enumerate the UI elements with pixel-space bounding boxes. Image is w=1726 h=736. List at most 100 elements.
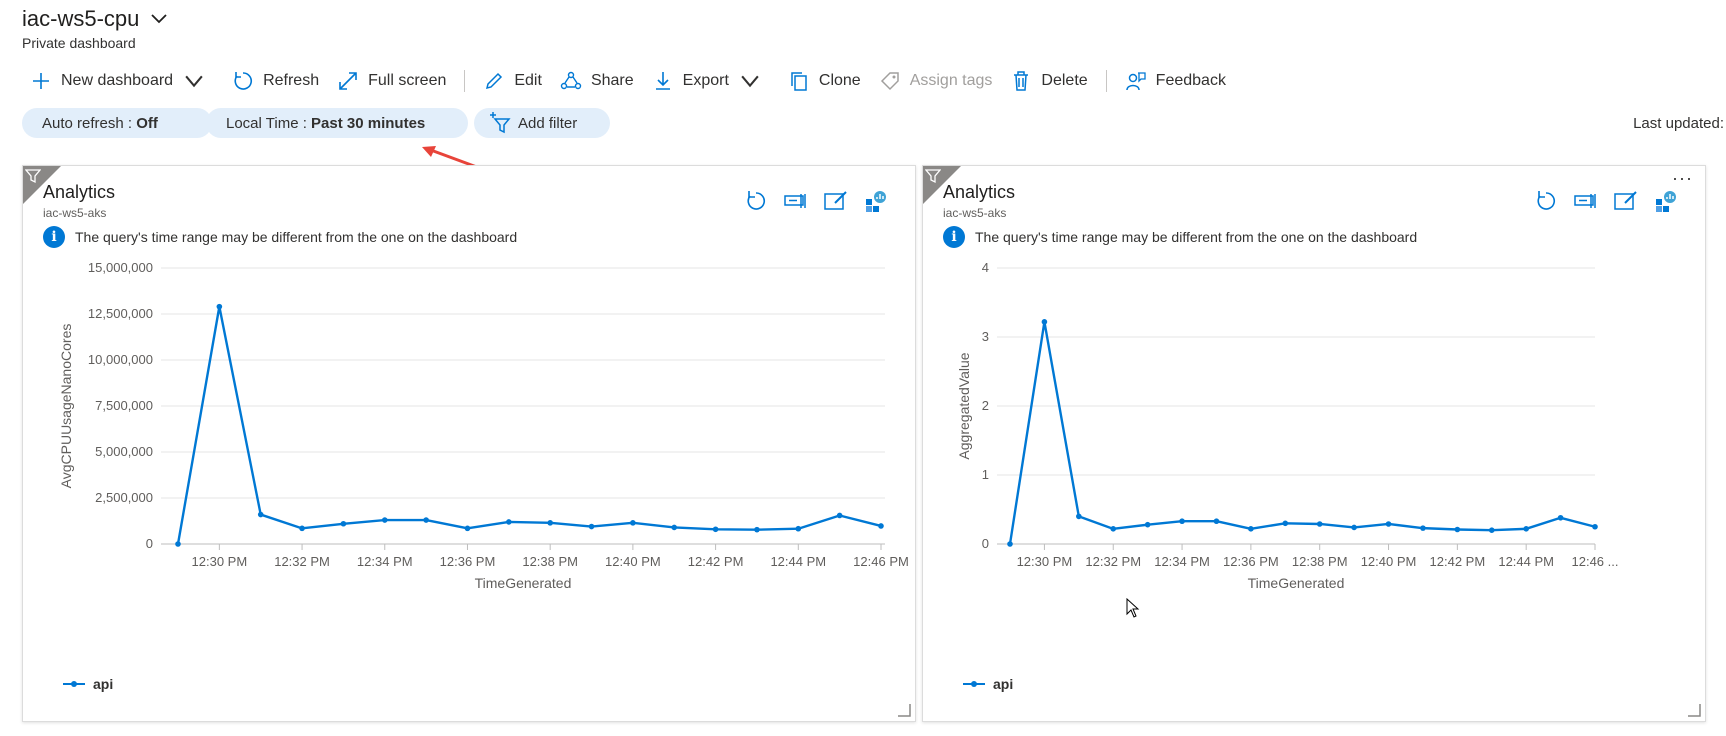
export-button[interactable]: Export [652, 70, 770, 92]
toolbar-divider [1105, 70, 1107, 92]
x-tick-label: 12:40 PM [1361, 554, 1417, 569]
command-bar: New dashboard Refresh Full screen Edit S… [30, 66, 1244, 96]
data-point [216, 303, 223, 310]
feedback-icon [1125, 72, 1146, 91]
delete-button[interactable]: Delete [1010, 70, 1088, 92]
y-tick-label: 0 [146, 536, 153, 551]
series-line-api [1008, 320, 1596, 545]
share-button[interactable]: Share [560, 70, 634, 92]
data-point [1144, 521, 1151, 528]
auto-refresh-pill[interactable]: Auto refresh : Off [22, 108, 212, 138]
assign-tags-button[interactable]: Assign tags [879, 70, 992, 92]
y-tick-label: 3 [982, 329, 989, 344]
analytics-tile-2: ··· Analytics iac-ws5-aks i The query's … [922, 165, 1706, 722]
edit-label: Edit [514, 72, 542, 89]
y-tick-label: 2 [982, 398, 989, 413]
refresh-button[interactable]: Refresh [232, 70, 319, 92]
share-label: Share [590, 72, 634, 89]
chevron-down-icon[interactable] [739, 70, 761, 92]
x-tick-label: 12:36 PM [440, 554, 496, 569]
x-axis-title: TimeGenerated [475, 575, 572, 591]
x-tick-label: 12:36 PM [1223, 554, 1279, 569]
dashboard-title-row: iac-ws5-cpu [22, 6, 169, 32]
add-filter-icon [490, 112, 511, 134]
legend-label: api [93, 676, 114, 692]
data-point [1316, 521, 1323, 527]
edit-button[interactable]: Edit [483, 70, 542, 92]
y-tick-label: 10,000,000 [88, 352, 153, 367]
tag-icon [880, 72, 899, 91]
copy-icon [791, 72, 807, 91]
download-icon [655, 72, 670, 90]
expand-icon [339, 72, 357, 90]
data-point [1420, 525, 1426, 531]
y-axis-title: AvgCPUUsageNanoCores [58, 324, 74, 489]
data-point [1592, 523, 1598, 530]
clone-label: Clone [818, 72, 861, 89]
data-point [175, 541, 181, 547]
full-screen-button[interactable]: Full screen [337, 70, 446, 92]
chart-legend[interactable]: api [63, 676, 113, 692]
data-point [299, 525, 305, 532]
data-point [754, 526, 760, 533]
clone-button[interactable]: Clone [788, 70, 861, 92]
legend-line-icon [963, 681, 985, 687]
add-filter-pill[interactable]: Add filter [474, 108, 610, 138]
time-range-pill[interactable]: Local Time : Past 30 minutes [206, 108, 468, 138]
legend-label: api [993, 676, 1014, 692]
data-point [1282, 520, 1289, 527]
new-dashboard-button[interactable]: New dashboard [30, 70, 214, 92]
x-tick-label: 12:44 PM [1498, 554, 1554, 569]
dashboard-subtitle: Private dashboard [22, 35, 136, 51]
auto-refresh-label: Auto refresh : [42, 114, 133, 132]
auto-refresh-value: Off [136, 114, 158, 132]
x-tick-label: 12:46 ... [1572, 554, 1619, 569]
mouse-cursor-icon [1126, 598, 1140, 618]
data-point [712, 526, 719, 533]
x-tick-label: 12:30 PM [1017, 554, 1073, 569]
x-tick-label: 12:34 PM [357, 554, 413, 569]
x-tick-label: 12:38 PM [522, 554, 578, 569]
chevron-down-icon[interactable] [149, 9, 169, 29]
refresh-label: Refresh [263, 72, 320, 89]
delete-label: Delete [1041, 72, 1088, 89]
data-point [1179, 518, 1185, 525]
data-point [588, 523, 595, 530]
data-point [795, 525, 802, 532]
resize-handle-icon[interactable] [1687, 703, 1701, 717]
y-tick-label: 15,000,000 [88, 260, 153, 275]
data-point [1385, 521, 1392, 527]
data-point [836, 512, 843, 519]
data-point [547, 520, 553, 526]
chevron-down-icon[interactable] [183, 70, 205, 92]
feedback-button[interactable]: Feedback [1125, 70, 1226, 92]
data-point [1523, 526, 1529, 532]
x-tick-label: 12:34 PM [1154, 554, 1210, 569]
pencil-icon [486, 72, 503, 90]
y-tick-label: 12,500,000 [88, 306, 153, 321]
x-tick-label: 12:32 PM [1085, 554, 1141, 569]
add-filter-label: Add filter [518, 114, 578, 132]
last-updated-label: Last updated: [1633, 115, 1724, 132]
x-tick-label: 12:42 PM [688, 554, 744, 569]
data-point [1007, 541, 1013, 547]
x-tick-label: 12:46 PM [853, 554, 909, 569]
share-icon [560, 71, 582, 90]
y-tick-label: 7,500,000 [95, 398, 153, 413]
data-point [464, 525, 471, 532]
y-axis-title: AggregatedValue [956, 352, 972, 459]
data-point [1041, 319, 1048, 325]
data-point [671, 524, 678, 531]
x-tick-label: 12:40 PM [605, 554, 661, 569]
chart-legend[interactable]: api [963, 676, 1013, 692]
resize-handle-icon[interactable] [897, 703, 911, 717]
data-point [340, 520, 347, 527]
y-tick-label: 2,500,000 [95, 490, 153, 505]
time-range-value: Past 30 minutes [311, 114, 426, 132]
trash-icon [1014, 71, 1029, 91]
line-chart-cpu: 15,000,000 12,500,000 10,000,000 7,500,000 5… [58, 260, 909, 591]
data-point [1557, 514, 1564, 521]
x-tick-label: 12:30 PM [192, 554, 248, 569]
data-point [1110, 526, 1117, 532]
data-point [878, 523, 884, 529]
